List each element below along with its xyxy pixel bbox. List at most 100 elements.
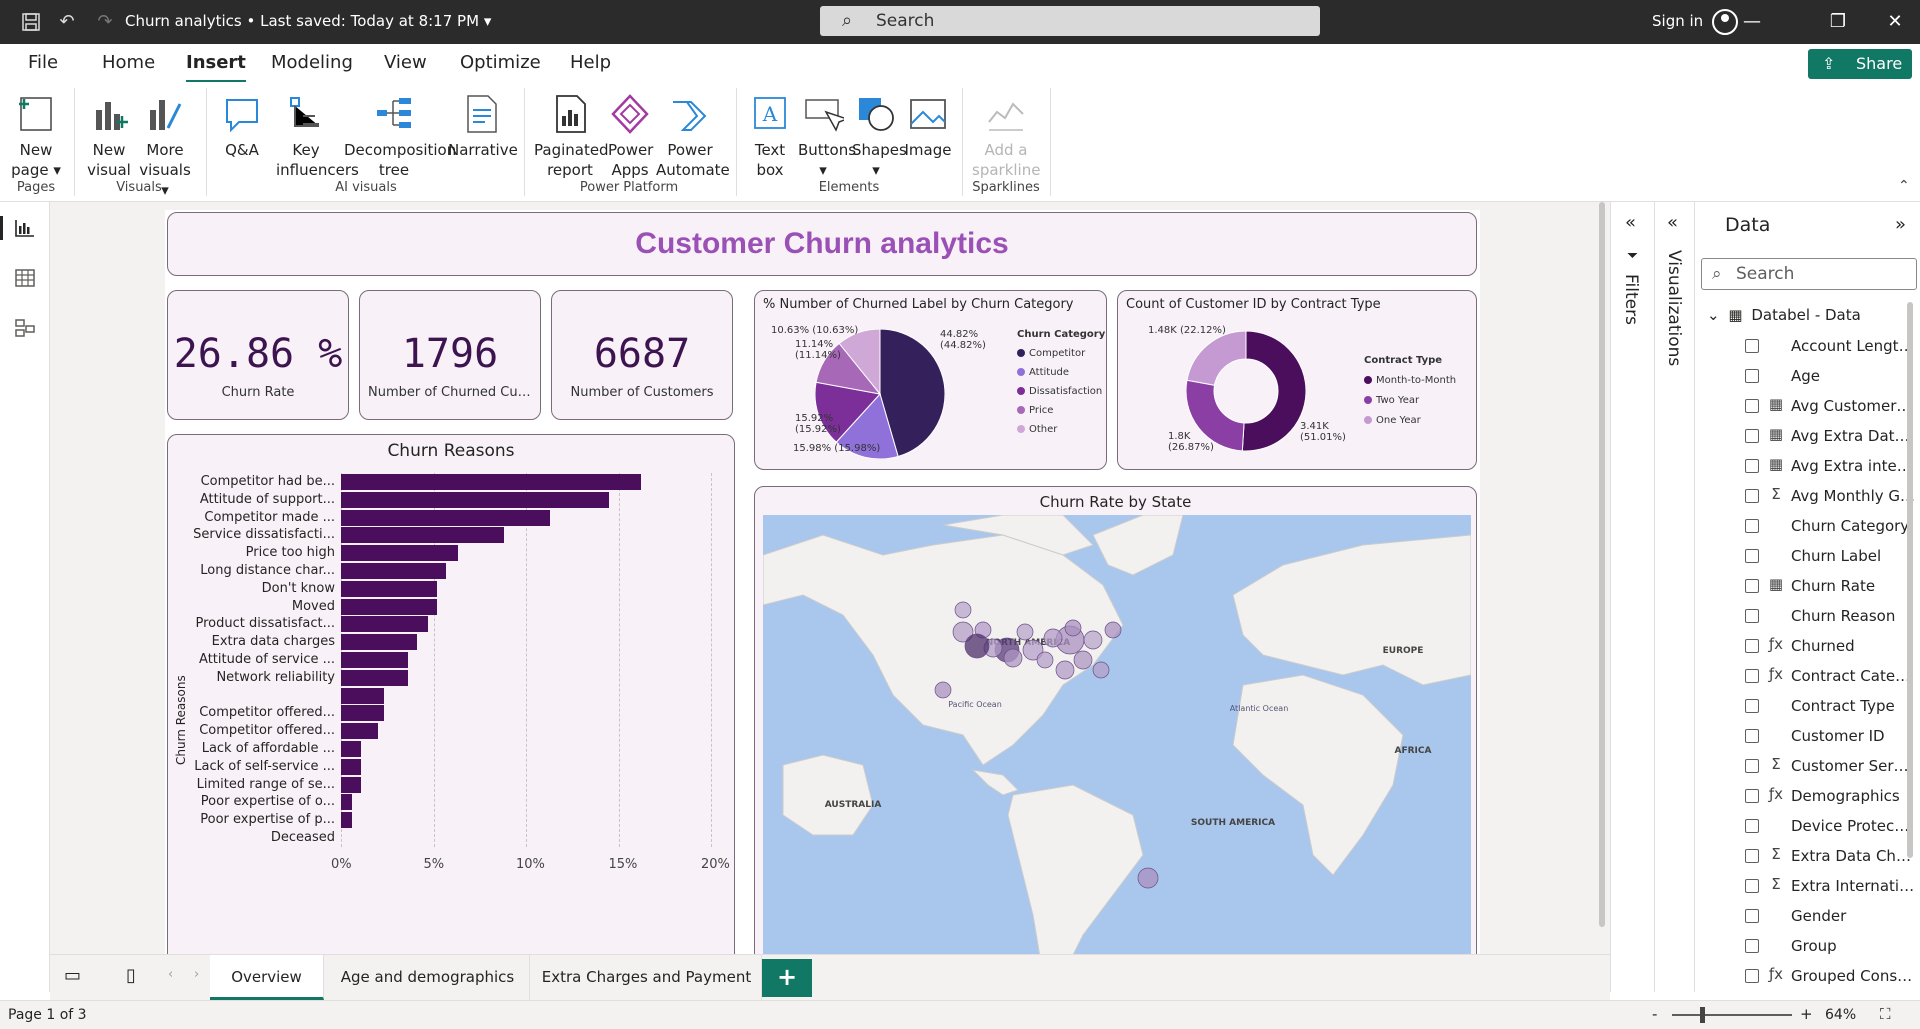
legend-item[interactable]: One Year <box>1364 411 1456 431</box>
report-title-card[interactable]: Customer Churn analytics <box>167 212 1477 276</box>
field-item[interactable]: Σ Extra International Charges <box>1695 872 1920 902</box>
bar[interactable] <box>341 474 641 490</box>
mobile-layout-icon[interactable]: ▯ <box>126 965 136 986</box>
bar[interactable] <box>341 491 610 508</box>
model-view-icon[interactable] <box>14 318 36 338</box>
power-apps-button[interactable]: Power Apps <box>608 92 653 180</box>
bar[interactable] <box>341 509 551 526</box>
fit-to-page-icon[interactable]: ⛶ <box>1880 1005 1891 1023</box>
app-title[interactable]: Churn analytics • Last saved: Today at 8… <box>125 12 491 30</box>
field-checkbox[interactable] <box>1745 489 1759 503</box>
field-checkbox[interactable] <box>1745 339 1759 353</box>
add-page-button[interactable]: + <box>762 959 812 997</box>
bar[interactable] <box>341 563 447 579</box>
field-item[interactable]: ƒx Grouped Consumption <box>1695 962 1920 992</box>
bar[interactable] <box>341 723 378 740</box>
report-view-icon[interactable] <box>14 218 36 238</box>
tab-help[interactable]: Help <box>570 52 611 73</box>
expand-filters-icon[interactable]: « <box>1625 212 1636 233</box>
tab-optimize[interactable]: Optimize <box>460 52 541 73</box>
field-checkbox[interactable] <box>1745 849 1759 863</box>
state-bubble[interactable] <box>1137 867 1159 889</box>
data-pane-scrollbar[interactable] <box>1907 302 1913 858</box>
field-item[interactable]: ƒx Contract Category <box>1695 662 1920 692</box>
churn-map-card[interactable]: Churn Rate by State NORTH AMERICA SOUTH … <box>754 486 1477 976</box>
field-item[interactable]: ▦ Avg Customer Service Calls <box>1695 392 1920 422</box>
field-checkbox[interactable] <box>1745 699 1759 713</box>
legend-item[interactable]: Attitude <box>1017 363 1105 382</box>
field-item[interactable]: Group <box>1695 932 1920 962</box>
close-icon[interactable]: ✕ <box>1880 8 1910 36</box>
kpi-card-churn-rate[interactable]: 26.86 % Churn Rate <box>167 290 349 420</box>
text-box-button[interactable]: A Text box <box>746 92 794 180</box>
page-tab-overview[interactable]: Overview <box>210 955 324 1000</box>
state-bubble[interactable] <box>954 601 972 619</box>
field-checkbox[interactable] <box>1745 369 1759 383</box>
canvas-scrollbar-thumb[interactable] <box>1599 202 1605 927</box>
field-item[interactable]: Churn Category <box>1695 512 1920 542</box>
field-checkbox[interactable] <box>1745 519 1759 533</box>
legend-item[interactable]: Two Year <box>1364 391 1456 411</box>
collapse-data-pane-icon[interactable]: » <box>1895 214 1906 235</box>
field-item[interactable]: Σ Avg Monthly GB Download <box>1695 482 1920 512</box>
tab-home[interactable]: Home <box>102 52 155 73</box>
tab-file[interactable]: File <box>28 52 58 73</box>
state-bubble[interactable] <box>1104 621 1122 639</box>
churn-rate-map[interactable]: NORTH AMERICA SOUTH AMERICA EUROPE AFRIC… <box>763 515 1471 975</box>
table-databel-data[interactable]: ⌄ ▦ Databel - Data <box>1707 306 1861 330</box>
next-page-icon[interactable]: › <box>194 967 199 982</box>
chevron-down-icon[interactable]: ⌄ <box>1707 306 1720 324</box>
field-item[interactable]: Gender <box>1695 902 1920 932</box>
new-visual-button[interactable]: New visual <box>84 92 134 180</box>
field-item[interactable]: Customer ID <box>1695 722 1920 752</box>
slice-one-year[interactable] <box>1186 331 1247 386</box>
avatar-icon[interactable] <box>1712 9 1738 35</box>
redo-icon[interactable]: ↷ <box>92 9 118 35</box>
bar[interactable] <box>341 741 362 757</box>
field-item[interactable]: Contract Type <box>1695 692 1920 722</box>
field-item[interactable]: Σ Customer Service Calls <box>1695 752 1920 782</box>
bar[interactable] <box>341 598 438 615</box>
collapse-ribbon-icon[interactable]: ⌃ <box>1898 178 1910 194</box>
decomposition-tree-button[interactable]: Decomposition tree <box>344 92 456 180</box>
field-checkbox[interactable] <box>1745 879 1759 893</box>
churn-category-pie-card[interactable]: % Number of Churned Label by Churn Categ… <box>754 290 1107 470</box>
field-checkbox[interactable] <box>1745 789 1759 803</box>
zoom-in-button[interactable]: + <box>1800 1005 1813 1023</box>
state-bubble[interactable] <box>1055 660 1075 680</box>
state-bubble[interactable] <box>1083 630 1103 650</box>
contract-type-donut-card[interactable]: Count of Customer ID by Contract Type 1.… <box>1117 290 1477 470</box>
page-tab-age-demographics[interactable]: Age and demographics <box>326 955 530 1000</box>
field-checkbox[interactable] <box>1745 609 1759 623</box>
field-checkbox[interactable] <box>1745 969 1759 983</box>
tab-view[interactable]: View <box>384 52 427 73</box>
save-icon[interactable] <box>18 9 44 35</box>
zoom-out-button[interactable]: - <box>1652 1005 1657 1023</box>
field-checkbox[interactable] <box>1745 729 1759 743</box>
state-bubble[interactable] <box>934 681 952 699</box>
previous-page-icon[interactable]: ‹ <box>168 967 173 982</box>
bar[interactable] <box>341 580 438 597</box>
bar[interactable] <box>341 634 417 651</box>
bar[interactable] <box>341 705 384 722</box>
undo-icon[interactable]: ↶ <box>54 9 80 35</box>
shapes-button[interactable]: Shapes ▾ <box>852 92 907 180</box>
field-item[interactable]: ▦ Churn Rate <box>1695 572 1920 602</box>
image-button[interactable]: Image <box>904 92 952 160</box>
qna-button[interactable]: Q&A <box>218 92 266 160</box>
field-item[interactable]: Churn Label <box>1695 542 1920 572</box>
state-bubble[interactable] <box>1043 628 1063 648</box>
sign-in-link[interactable]: Sign in <box>1652 12 1703 30</box>
bar[interactable] <box>341 687 384 704</box>
key-influencers-button[interactable]: Key influencers <box>276 92 359 180</box>
field-checkbox[interactable] <box>1745 399 1759 413</box>
field-item[interactable]: Account Length (in months) <box>1695 332 1920 362</box>
bar[interactable] <box>341 669 408 686</box>
chevron-down-icon[interactable]: ▾ <box>484 12 492 30</box>
legend-item[interactable]: Price <box>1017 401 1105 420</box>
field-item[interactable]: ƒx Demographics <box>1695 782 1920 812</box>
field-checkbox[interactable] <box>1745 909 1759 923</box>
minimize-icon[interactable]: — <box>1737 8 1767 36</box>
kpi-card-churned-customers[interactable]: 1796 Number of Churned Customers <box>359 290 541 420</box>
new-page-button[interactable]: New page ▾ <box>8 92 64 180</box>
